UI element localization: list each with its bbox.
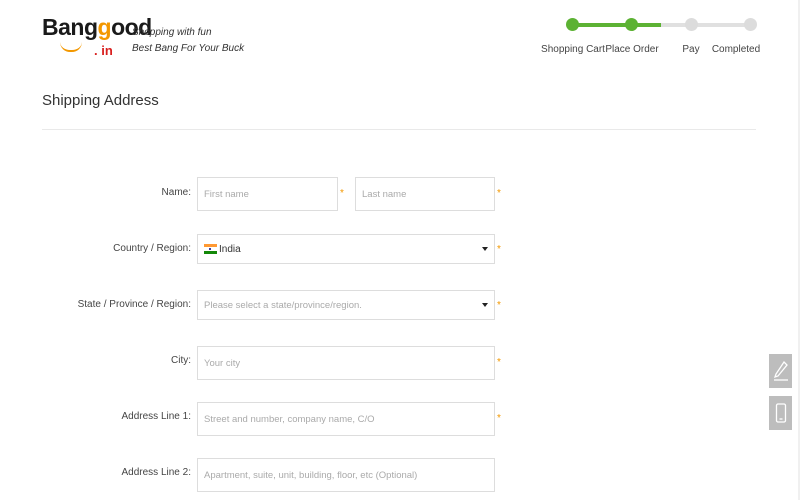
step-dot-place-order <box>625 18 638 31</box>
city-placeholder: Your city <box>204 358 241 369</box>
india-flag-icon <box>204 244 217 254</box>
banggood-logo[interactable]: Banggood . in Shopping with fun Best Ban… <box>42 14 244 64</box>
progress-fill <box>572 23 661 27</box>
address-line-1-label: Address Line 1: <box>121 411 192 422</box>
chevron-down-icon <box>482 247 488 251</box>
tagline-line-1: Shopping with fun <box>132 27 212 38</box>
mobile-app-button[interactable] <box>769 396 792 430</box>
chevron-down-icon <box>482 303 488 307</box>
city-label: City: <box>171 355 191 366</box>
page-title: Shipping Address <box>42 92 159 109</box>
name-label: Name: <box>161 187 191 198</box>
address-line-2-placeholder: Apartment, suite, unit, building, floor,… <box>204 470 418 481</box>
country-required-mark: * <box>497 244 501 255</box>
city-required-mark: * <box>497 357 501 368</box>
first-name-placeholder: First name <box>204 189 249 200</box>
checkout-progress: Shopping Cart Place Order Pay Completed <box>540 10 770 60</box>
country-value: India <box>219 244 241 255</box>
address-line-1-required-mark: * <box>497 413 501 424</box>
address-line-1-placeholder: Street and number, company name, C/O <box>204 414 375 425</box>
logo-suffix: . in <box>94 43 113 58</box>
step-dot-completed <box>744 18 757 31</box>
title-divider <box>42 129 756 130</box>
step-label-shopping-cart: Shopping Cart <box>541 44 605 55</box>
address-line-1-input[interactable]: Street and number, company name, C/O <box>197 402 495 436</box>
first-name-required-mark: * <box>340 188 344 199</box>
feedback-button[interactable] <box>769 354 792 388</box>
last-name-required-mark: * <box>497 188 501 199</box>
tagline-line-2: Best Bang For Your Buck <box>132 43 245 54</box>
step-label-pay: Pay <box>682 44 700 55</box>
state-select[interactable]: Please select a state/province/region. <box>197 290 495 320</box>
city-input[interactable]: Your city <box>197 346 495 380</box>
state-label: State / Province / Region: <box>77 299 191 310</box>
logo-smile-icon <box>60 42 82 52</box>
step-label-place-order: Place Order <box>605 44 659 55</box>
country-label: Country / Region: <box>113 243 191 254</box>
address-line-2-label: Address Line 2: <box>121 467 192 478</box>
address-line-2-input[interactable]: Apartment, suite, unit, building, floor,… <box>197 458 495 492</box>
step-dot-shopping-cart <box>566 18 579 31</box>
last-name-placeholder: Last name <box>362 189 407 200</box>
mobile-icon <box>775 403 786 423</box>
last-name-input[interactable]: Last name <box>355 177 495 211</box>
state-required-mark: * <box>497 300 501 311</box>
step-dot-pay <box>685 18 698 31</box>
step-label-completed: Completed <box>711 44 761 55</box>
state-placeholder: Please select a state/province/region. <box>204 300 362 311</box>
first-name-input[interactable]: First name <box>197 177 338 211</box>
country-select[interactable]: India <box>197 234 495 264</box>
pencil-icon <box>773 360 788 381</box>
